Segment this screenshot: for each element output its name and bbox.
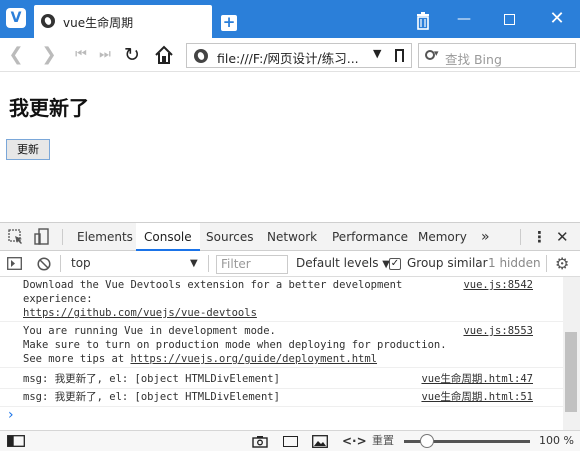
message-source-link[interactable]: vue.js:8553 xyxy=(463,324,533,338)
status-bar: <·> 重置 100 % xyxy=(0,430,580,451)
images-icon[interactable] xyxy=(312,435,328,448)
capture-icon[interactable] xyxy=(252,435,268,448)
devtools-menu-icon[interactable]: ⋮ xyxy=(532,223,547,251)
console-message: You are running Vue in development mode.… xyxy=(0,324,563,368)
console-prompt[interactable]: › xyxy=(8,407,14,423)
log-levels-label: Default levels xyxy=(296,256,379,270)
title-bar: V vue生命周期 + — ✕ xyxy=(0,0,580,38)
message-prefix: See more tips at xyxy=(23,353,131,365)
tiling-icon[interactable] xyxy=(283,436,298,447)
message-line: Download the Vue Devtools extension for … xyxy=(23,279,403,291)
tab-sources[interactable]: Sources xyxy=(206,223,253,251)
deployment-link[interactable]: https://vuejs.org/guide/deployment.html xyxy=(130,353,377,365)
maximize-icon[interactable] xyxy=(500,10,518,28)
divider xyxy=(60,255,61,272)
message-line: See more tips at https://vuejs.org/guide… xyxy=(23,352,377,366)
message-source-link[interactable]: vue生命周期.html:47 xyxy=(421,372,533,386)
vivaldi-logo-icon[interactable]: V xyxy=(6,8,26,28)
divider xyxy=(546,255,547,272)
divider xyxy=(520,229,521,245)
url-text: file:///F:/网页设计/练习... xyxy=(217,51,359,66)
message-line: You are running Vue in development mode. xyxy=(23,325,276,337)
divider xyxy=(208,255,209,272)
tab-console[interactable]: Console xyxy=(136,223,200,251)
console-settings-icon[interactable]: ⚙ xyxy=(555,251,569,276)
fast-forward-icon[interactable]: ⏭ xyxy=(94,44,116,66)
reload-icon[interactable]: ↻ xyxy=(121,44,143,66)
url-dropdown-icon[interactable]: ▼ xyxy=(373,47,381,60)
trash-icon[interactable] xyxy=(416,12,430,30)
globe-icon xyxy=(41,14,55,28)
show-sidebar-icon[interactable] xyxy=(7,257,22,270)
panel-toggle-icon[interactable] xyxy=(7,435,25,447)
message-source-link[interactable]: vue.js:8542 xyxy=(463,278,533,292)
page-heading: 我更新了 xyxy=(9,96,89,120)
message-source-link[interactable]: vue生命周期.html:51 xyxy=(421,390,533,404)
tab-performance[interactable]: Performance xyxy=(332,223,408,251)
message-line: experience: xyxy=(23,293,93,305)
search-placeholder: 查找 Bing xyxy=(445,52,502,67)
scrollbar-thumb[interactable] xyxy=(565,332,577,412)
minimize-icon[interactable]: — xyxy=(455,10,473,28)
console-toolbar: top ▼ Filter Default levels ▼ ✓ Group si… xyxy=(0,251,580,277)
zoom-slider-knob[interactable] xyxy=(420,434,434,448)
divider xyxy=(62,229,63,245)
console-message: msg: 我更新了, el: [object HTMLDivElement] v… xyxy=(0,371,563,389)
message-line: Make sure to turn on production mode whe… xyxy=(23,339,447,351)
more-tabs-icon[interactable]: » xyxy=(481,223,490,251)
search-field[interactable]: ▾ 查找 Bing xyxy=(418,43,576,68)
clear-console-icon[interactable] xyxy=(37,257,51,271)
address-bar[interactable]: file:///F:/网页设计/练习... ▼ xyxy=(186,43,412,68)
console-filter-input[interactable]: Filter xyxy=(216,255,288,274)
message-text: msg: 我更新了, el: [object HTMLDivElement] xyxy=(23,373,280,385)
new-tab-plus-icon[interactable]: + xyxy=(221,15,237,31)
update-button[interactable]: 更新 xyxy=(6,139,50,160)
close-window-icon[interactable]: ✕ xyxy=(548,10,566,28)
context-dropdown-icon[interactable]: ▼ xyxy=(190,251,198,276)
close-devtools-icon[interactable]: ✕ xyxy=(556,223,569,251)
back-icon[interactable]: ❮ xyxy=(5,44,27,66)
log-levels-dropdown[interactable]: Default levels ▼ xyxy=(296,251,390,276)
zoom-level: 100 % xyxy=(539,434,574,447)
console-message: Download the Vue Devtools extension for … xyxy=(0,278,563,322)
forward-icon[interactable]: ❯ xyxy=(38,44,60,66)
group-similar-label: Group similar xyxy=(407,256,488,270)
message-text: msg: 我更新了, el: [object HTMLDivElement] xyxy=(23,391,280,403)
devtools-tab-bar: Elements Console Sources Network Perform… xyxy=(0,222,580,251)
home-icon[interactable] xyxy=(154,45,174,65)
device-toolbar-icon[interactable] xyxy=(34,228,50,246)
tab-network[interactable]: Network xyxy=(267,223,317,251)
zoom-reset-button[interactable]: 重置 xyxy=(372,431,394,451)
hidden-count: 1 hidden xyxy=(488,256,541,270)
tab-memory[interactable]: Memory xyxy=(418,223,467,251)
search-dropdown-icon[interactable]: ▾ xyxy=(434,49,439,59)
inspect-element-icon[interactable] xyxy=(8,229,24,245)
page-actions-icon[interactable]: <·> xyxy=(342,431,367,451)
context-selector[interactable]: top xyxy=(71,251,91,276)
devtools-link[interactable]: https://github.com/vuejs/vue-devtools xyxy=(23,306,257,320)
bookmark-icon[interactable] xyxy=(395,49,404,62)
tab-elements[interactable]: Elements xyxy=(77,223,133,251)
tab-title: vue生命周期 xyxy=(63,16,134,30)
tab-vue-lifecycle[interactable]: vue生命周期 xyxy=(34,5,212,38)
console-output: Download the Vue Devtools extension for … xyxy=(0,277,563,430)
group-similar-checkbox[interactable]: ✓ xyxy=(389,258,401,270)
page-info-icon[interactable] xyxy=(194,49,208,63)
rewind-icon[interactable]: ⏮ xyxy=(70,44,92,66)
console-message: msg: 我更新了, el: [object HTMLDivElement] v… xyxy=(0,389,563,407)
